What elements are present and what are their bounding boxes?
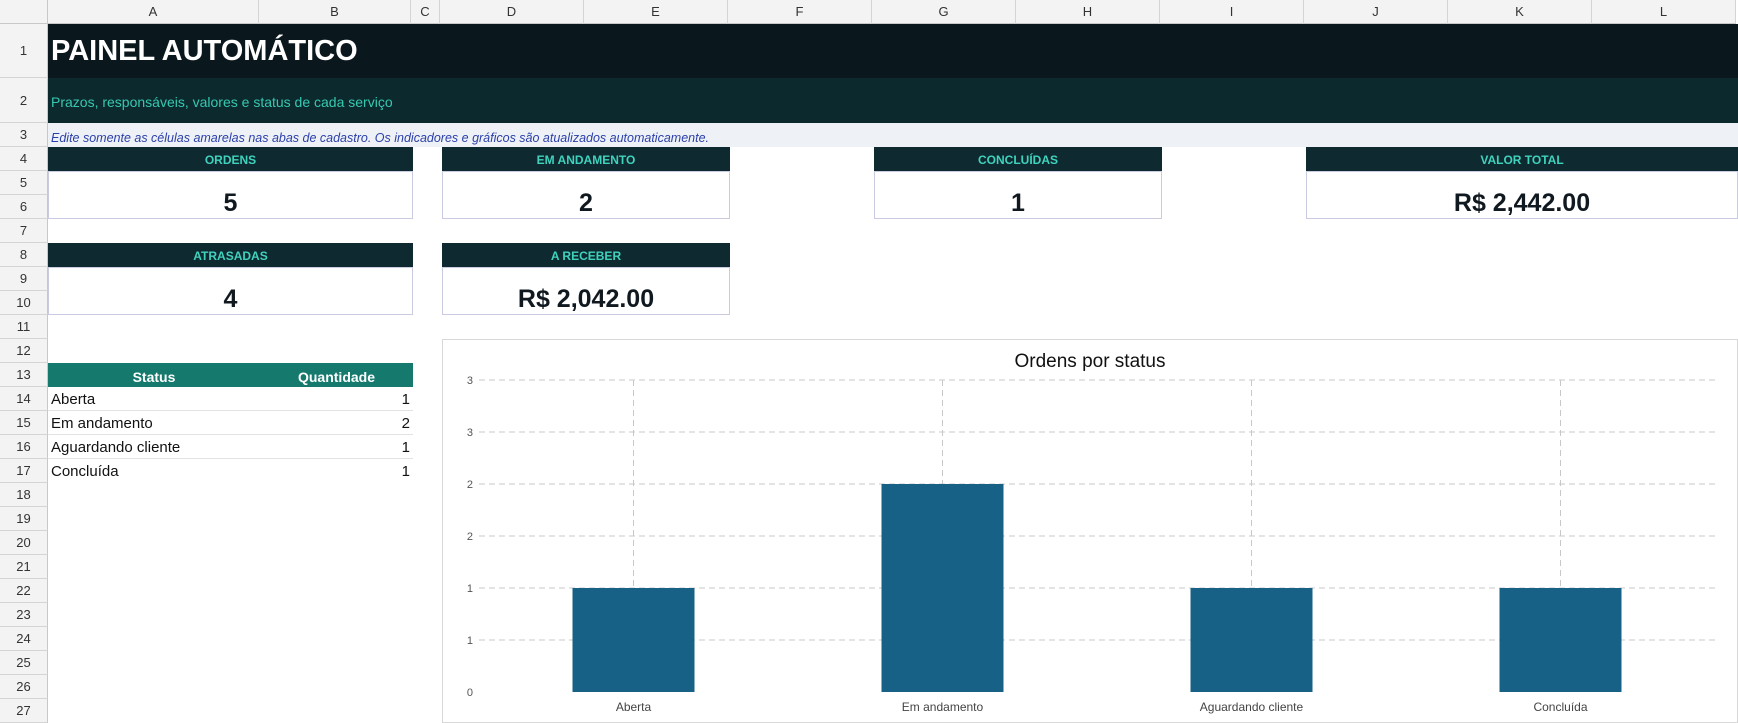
kpi-valor-total-label[interactable]: VALOR TOTAL [1306,147,1738,171]
column-header[interactable]: E [584,0,728,24]
row-header[interactable]: 5 [0,171,48,195]
row-header[interactable]: 27 [0,699,48,723]
row-header[interactable]: 4 [0,147,48,171]
table-header-status[interactable]: Status [48,363,260,387]
bar [572,588,695,692]
kpi-em-andamento-value[interactable]: 2 [442,171,730,219]
spreadsheet[interactable]: ABCDEFGHIJKL 1 2 3 4 5 6 7 8 9 10 11 12 13 14 15 16 17 18… [0,0,1738,723]
row-header[interactable]: 23 [0,603,48,627]
column-header[interactable]: K [1448,0,1592,24]
row-header[interactable]: 10 [0,291,48,315]
bar [881,484,1004,692]
instruction-band[interactable]: Edite somente as células amarelas nas ab… [48,123,1738,147]
table-cell-status[interactable]: Em andamento [48,411,260,435]
kpi-em-andamento-label[interactable]: EM ANDAMENTO [442,147,730,171]
row-header[interactable]: 3 [0,123,48,147]
table-cell-status[interactable]: Aberta [48,387,260,411]
row-header[interactable]: 18 [0,483,48,507]
row-header[interactable]: 7 [0,219,48,243]
x-tick-label: Aguardando cliente [1200,700,1304,714]
page-title: PAINEL AUTOMÁTICO [51,35,358,67]
row-header[interactable]: 21 [0,555,48,579]
row-header[interactable]: 2 [0,78,48,123]
column-header[interactable]: I [1160,0,1304,24]
table-cell-status[interactable]: Concluída [48,459,260,483]
x-tick-label: Concluída [1533,700,1587,714]
select-all-corner[interactable] [0,0,48,24]
row-header[interactable]: 1 [0,24,48,78]
row-header[interactable]: 17 [0,459,48,483]
kpi-atrasadas-label[interactable]: ATRASADAS [48,243,413,267]
table-cell-quantity[interactable]: 1 [260,387,413,411]
kpi-concluidas-value[interactable]: 1 [874,171,1162,219]
row-header[interactable]: 19 [0,507,48,531]
row-header[interactable]: 15 [0,411,48,435]
y-tick-label: 2 [467,531,473,543]
y-tick-label: 1 [467,635,473,647]
row-header[interactable]: 24 [0,627,48,651]
column-header[interactable]: L [1592,0,1736,24]
row-header[interactable]: 12 [0,339,48,363]
column-header[interactable]: D [440,0,584,24]
kpi-concluidas-label[interactable]: CONCLUÍDAS [874,147,1162,171]
column-header[interactable]: A [48,0,259,24]
row-header[interactable]: 26 [0,675,48,699]
kpi-ordens-value[interactable]: 5 [48,171,413,219]
kpi-a-receber-label[interactable]: A RECEBER [442,243,730,267]
row-header[interactable]: 16 [0,435,48,459]
row-header[interactable]: 11 [0,315,48,339]
y-tick-label: 2 [467,479,473,491]
table-cell-status[interactable]: Aguardando cliente [48,435,260,459]
row-header[interactable]: 22 [0,579,48,603]
column-header[interactable]: F [728,0,872,24]
row-header[interactable]: 14 [0,387,48,411]
row-header[interactable]: 8 [0,243,48,267]
y-tick-label: 1 [467,583,473,595]
row-header[interactable]: 9 [0,267,48,291]
column-header[interactable]: C [411,0,440,24]
subtitle-band[interactable]: Prazos, responsáveis, valores e status d… [48,78,1738,123]
table-cell-quantity[interactable]: 2 [260,411,413,435]
row-header[interactable]: 25 [0,651,48,675]
bar [1499,588,1622,692]
x-tick-label: Em andamento [902,700,984,714]
y-tick-label: 0 [467,687,473,699]
status-chart[interactable]: Ordens por status 0 1 1 2 2 3 3 Aberta Em andamen… [442,339,1738,723]
title-band[interactable]: PAINEL AUTOMÁTICO [48,24,1738,78]
bar [1190,588,1313,692]
page-subtitle: Prazos, responsáveis, valores e status d… [51,94,393,110]
table-cell-quantity[interactable]: 1 [260,459,413,483]
column-header[interactable]: G [872,0,1016,24]
column-header[interactable]: B [259,0,411,24]
row-header[interactable]: 6 [0,195,48,219]
instruction-note: Edite somente as células amarelas nas ab… [51,131,710,145]
status-bar-chart: Ordens por status 0 1 1 2 2 3 3 Aberta Em andamen… [467,351,1715,714]
kpi-valor-total-value[interactable]: R$ 2,442.00 [1306,171,1738,219]
kpi-atrasadas-value[interactable]: 4 [48,267,413,315]
column-header[interactable]: J [1304,0,1448,24]
kpi-ordens-label[interactable]: ORDENS [48,147,413,171]
kpi-a-receber-value[interactable]: R$ 2,042.00 [442,267,730,315]
y-tick-label: 3 [467,427,473,439]
row-header[interactable]: 13 [0,363,48,387]
row-header[interactable]: 20 [0,531,48,555]
table-header-quantidade[interactable]: Quantidade [260,363,413,387]
column-header[interactable]: H [1016,0,1160,24]
chart-title: Ordens por status [1014,351,1165,372]
table-cell-quantity[interactable]: 1 [260,435,413,459]
x-tick-label: Aberta [616,700,652,714]
y-tick-label: 3 [467,375,473,387]
